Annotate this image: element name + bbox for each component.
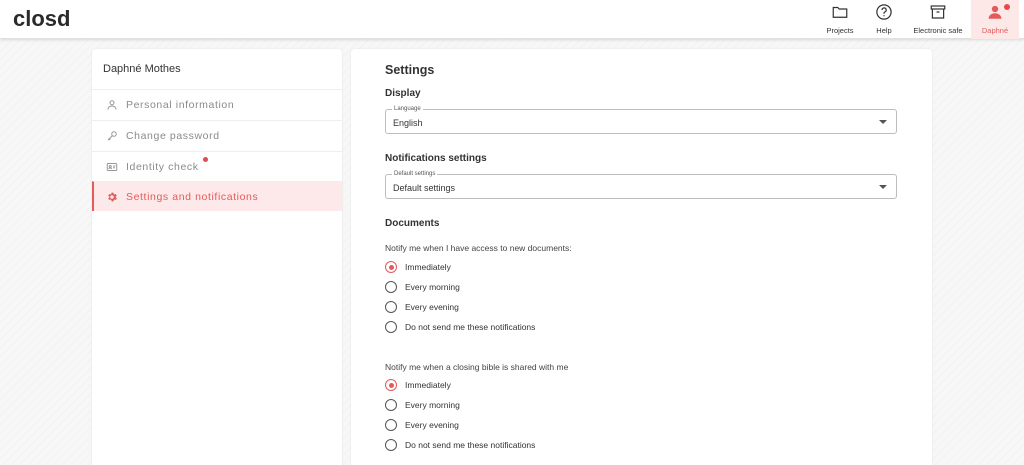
radio-label: Every evening <box>405 420 459 430</box>
user-outline-icon <box>107 99 117 110</box>
language-select-label: Language <box>392 105 423 113</box>
radio-label: Every evening <box>405 302 459 312</box>
nav-help-label: Help <box>876 26 892 35</box>
radio-label: Every morning <box>405 400 460 410</box>
nav-projects[interactable]: Projects <box>822 0 858 39</box>
notifications-settings-heading: Notifications settings <box>385 153 487 164</box>
radio-label: Do not send me these notifications <box>405 440 536 450</box>
display-heading: Display <box>385 88 421 99</box>
sidebar-item-identity-check[interactable]: Identity check <box>92 151 342 181</box>
account-sidebar: Daphné Mothes Personal information Chang… <box>92 49 342 465</box>
nav-user-label: Daphné <box>981 26 1009 35</box>
top-bar: closd Projects Help Electronic safe Daph… <box>0 0 1024 39</box>
default-settings-select[interactable]: Default settings Default settings <box>385 170 897 199</box>
new-documents-option-immediately[interactable]: Immediately <box>385 260 451 274</box>
sidebar-item-label: Settings and notifications <box>126 190 259 203</box>
new-documents-question: Notify me when I have access to new docu… <box>385 243 572 253</box>
radio-unchecked[interactable] <box>385 439 397 451</box>
key-icon <box>107 130 117 140</box>
language-select[interactable]: Language English <box>385 105 897 134</box>
radio-label: Immediately <box>405 380 451 390</box>
closing-bible-option-none[interactable]: Do not send me these notifications <box>385 438 535 452</box>
page-title: Settings <box>385 63 435 77</box>
language-select-value: English <box>393 118 423 128</box>
id-card-icon <box>106 162 118 171</box>
sidebar-item-personal-information[interactable]: Personal information <box>92 89 342 119</box>
closd-logo[interactable]: closd <box>13 6 79 32</box>
settings-panel: Settings Display Language English Notifi… <box>351 49 932 465</box>
radio-unchecked[interactable] <box>385 301 397 313</box>
radio-label: Do not send me these notifications <box>405 322 536 332</box>
gear-icon <box>108 192 117 201</box>
svg-text:closd: closd <box>13 6 70 31</box>
user-notification-dot <box>1004 4 1010 10</box>
archive-icon <box>930 5 946 19</box>
radio-unchecked[interactable] <box>385 281 397 293</box>
radio-unchecked[interactable] <box>385 419 397 431</box>
sidebar-item-label: Personal information <box>126 98 235 111</box>
default-settings-select-label: Default settings <box>392 170 438 178</box>
identity-notification-dot <box>203 157 208 162</box>
nav-electronic-safe[interactable]: Electronic safe <box>908 0 968 39</box>
closing-bible-option-immediately[interactable]: Immediately <box>385 378 451 392</box>
sidebar-item-label: Identity check <box>126 160 199 173</box>
caret-down-icon <box>879 120 887 124</box>
radio-checked[interactable] <box>385 261 397 273</box>
user-icon <box>988 5 1002 19</box>
nav-projects-label: Projects <box>826 26 854 35</box>
sidebar-item-change-password[interactable]: Change password <box>92 120 342 150</box>
radio-label: Immediately <box>405 262 451 272</box>
radio-unchecked[interactable] <box>385 321 397 333</box>
radio-label: Every morning <box>405 282 460 292</box>
nav-electronic-safe-label: Electronic safe <box>913 26 963 35</box>
sidebar-item-label: Change password <box>126 129 220 142</box>
folder-icon <box>832 6 848 18</box>
default-settings-select-value: Default settings <box>393 183 456 193</box>
sidebar-item-settings-and-notifications[interactable]: Settings and notifications <box>92 181 342 211</box>
new-documents-option-none[interactable]: Do not send me these notifications <box>385 320 535 334</box>
help-icon <box>876 4 892 20</box>
closing-bible-option-every-evening[interactable]: Every evening <box>385 418 459 432</box>
new-documents-option-every-evening[interactable]: Every evening <box>385 300 459 314</box>
nav-help[interactable]: Help <box>866 0 902 39</box>
closing-bible-option-every-morning[interactable]: Every morning <box>385 398 460 412</box>
radio-unchecked[interactable] <box>385 399 397 411</box>
nav-user-account[interactable]: Daphné <box>971 0 1019 39</box>
closing-bible-question: Notify me when a closing bible is shared… <box>385 362 569 372</box>
documents-heading: Documents <box>385 218 440 229</box>
new-documents-option-every-morning[interactable]: Every morning <box>385 280 460 294</box>
caret-down-icon <box>879 185 887 189</box>
radio-checked[interactable] <box>385 379 397 391</box>
sidebar-user-name: Daphné Mothes <box>103 63 181 75</box>
